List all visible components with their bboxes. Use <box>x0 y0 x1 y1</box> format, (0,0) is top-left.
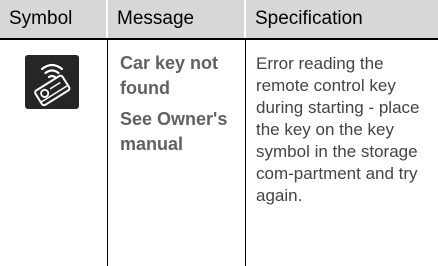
header-specification: Specification <box>255 8 363 29</box>
warning-message-table: Symbol Message Specification Car key not… <box>0 0 438 266</box>
column-divider <box>107 40 108 266</box>
message-text: Car key not found <box>120 53 219 98</box>
message-cell: Car key not found See Owner's manual <box>120 51 242 157</box>
column-divider <box>244 0 246 38</box>
column-divider <box>245 40 246 266</box>
header-message: Message <box>117 8 195 29</box>
message-instruction: See Owner's manual <box>120 109 228 154</box>
table-header-row: Symbol Message Specification <box>0 0 438 40</box>
car-key-remote-icon <box>25 55 79 109</box>
specification-cell: Error reading the remote control key dur… <box>256 54 420 205</box>
column-divider <box>106 0 108 38</box>
header-symbol: Symbol <box>9 8 73 29</box>
